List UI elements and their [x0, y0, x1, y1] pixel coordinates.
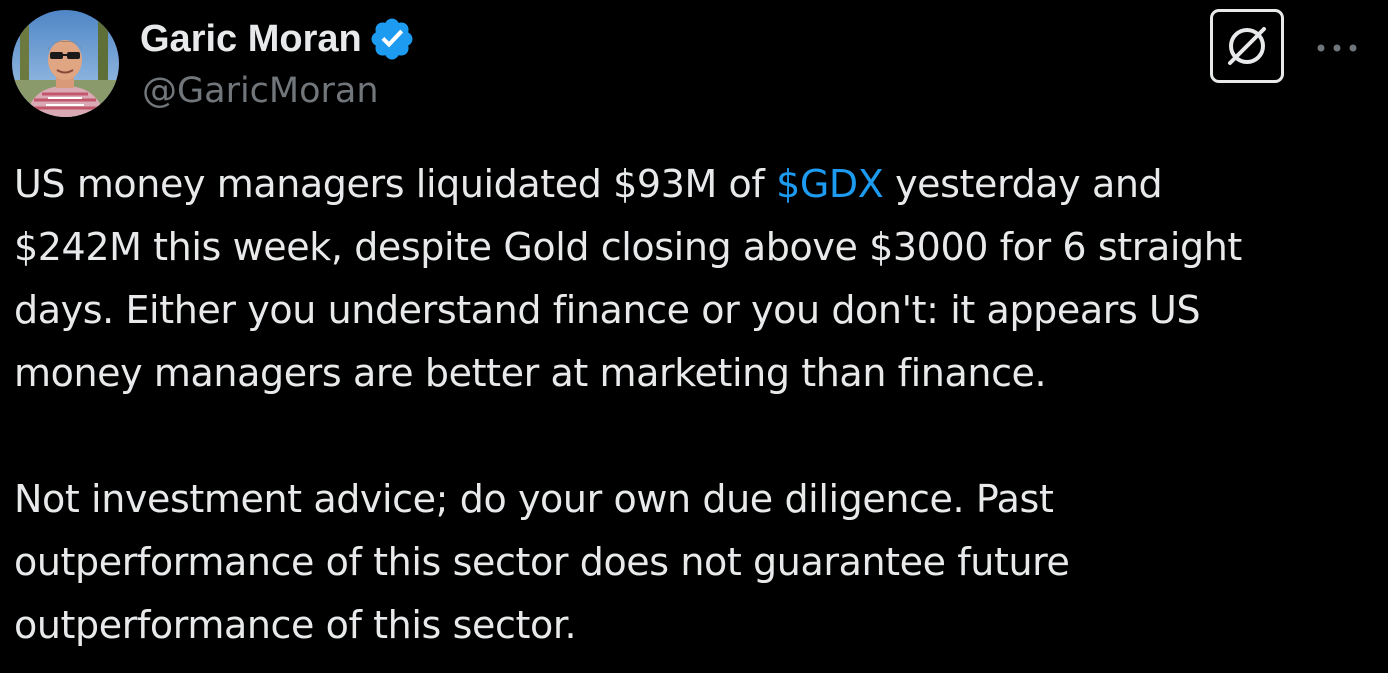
author-name[interactable]: Garic Moran: [140, 16, 362, 62]
author-name-row: Garic Moran: [140, 15, 416, 63]
tweet-text: US money managers liquidated $93M of $GD…: [14, 153, 1364, 657]
more-options-button[interactable]: [1312, 28, 1362, 68]
profile-photo-icon: [12, 10, 119, 117]
tweet-line: US money managers liquidated $93M of $GD…: [14, 153, 1364, 216]
tweet-line: days. Either you understand finance or y…: [14, 288, 1201, 332]
tweet-line: Not investment advice; do your own due d…: [14, 477, 1054, 521]
grok-icon: [1228, 27, 1266, 65]
tweet-line: outperformance of this sector.: [14, 603, 577, 647]
author-handle[interactable]: @GaricMoran: [142, 68, 379, 114]
tweet-line: money managers are better at marketing t…: [14, 351, 1047, 395]
tweet-line: $242M this week, despite Gold closing ab…: [14, 225, 1242, 269]
tweet-text-segment: yesterday and: [883, 162, 1163, 206]
tweet-text-segment: US money managers liquidated $93M of: [14, 162, 777, 206]
cashtag-link[interactable]: $GDX: [776, 162, 884, 206]
more-dots-icon: [1317, 44, 1357, 52]
verified-badge-icon: [371, 18, 413, 60]
grok-button[interactable]: [1210, 9, 1284, 83]
tweet-line: outperformance of this sector does not g…: [14, 540, 1070, 584]
avatar[interactable]: [12, 10, 119, 117]
